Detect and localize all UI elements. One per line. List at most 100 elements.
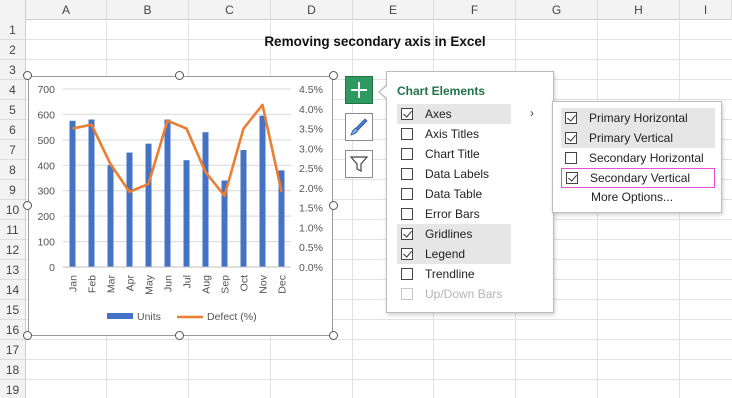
chart-resize-handle[interactable]: [23, 71, 32, 80]
select-all-corner[interactable]: [0, 0, 26, 20]
column-header-h[interactable]: H: [598, 0, 680, 20]
checkbox[interactable]: [401, 268, 413, 280]
chart-element-axis-titles[interactable]: Axis Titles: [397, 124, 511, 144]
chart-element-trendline[interactable]: Trendline: [397, 264, 511, 284]
chart-resize-handle[interactable]: [175, 71, 184, 80]
checkbox[interactable]: [565, 112, 577, 124]
checkbox[interactable]: [401, 228, 413, 240]
chart-styles-button[interactable]: [345, 113, 373, 141]
gridline-row: [26, 59, 732, 60]
chart-object[interactable]: 0 100 200 300 400 500 600 700 0.0% 0.5% 1.0% 1.5% 2.…: [28, 76, 333, 336]
bar-units: [164, 119, 171, 267]
row-header-16[interactable]: 16: [0, 320, 26, 340]
checkbox[interactable]: [565, 152, 577, 164]
plus-icon: [351, 82, 367, 98]
column-header-e[interactable]: E: [353, 0, 434, 20]
chart-filters-button[interactable]: [345, 150, 373, 178]
row-header-5[interactable]: 5: [0, 100, 26, 120]
chart-resize-handle[interactable]: [23, 331, 32, 340]
gridline-row: [26, 379, 732, 380]
row-header-6[interactable]: 6: [0, 120, 26, 140]
spreadsheet[interactable]: ABCDEFGHI 1 2 3 4 5 6 7 8 9 10 11 12 13 14 15 16 17 18 19 …: [0, 0, 732, 398]
checkbox[interactable]: [401, 248, 413, 260]
more-options-link[interactable]: More Options...: [591, 190, 673, 204]
row-header-2[interactable]: 2: [0, 40, 26, 60]
axis-option-primary-vertical[interactable]: Primary Vertical: [561, 128, 715, 148]
column-header-f[interactable]: F: [434, 0, 516, 20]
y2-tick-label: 2.5%: [299, 163, 323, 175]
chart-resize-handle[interactable]: [329, 71, 338, 80]
row-header-4[interactable]: 4: [0, 80, 26, 100]
chart-resize-handle[interactable]: [329, 331, 338, 340]
paintbrush-icon: [350, 118, 368, 136]
bar-units: [202, 132, 209, 267]
checkbox[interactable]: [401, 108, 413, 120]
y-tick-label: 600: [37, 109, 55, 121]
legend-label-defect: Defect (%): [207, 311, 257, 323]
chart-element-label: Axis Titles: [425, 127, 480, 141]
row-header-10[interactable]: 10: [0, 200, 26, 220]
bar-units: [259, 115, 266, 267]
row-header-17[interactable]: 17: [0, 340, 26, 360]
chart-elements-button[interactable]: [345, 76, 373, 104]
row-header-18[interactable]: 18: [0, 360, 26, 380]
row-header-15[interactable]: 15: [0, 300, 26, 320]
y-tick-label: 0: [49, 262, 55, 274]
checkbox[interactable]: [401, 188, 413, 200]
row-header-8[interactable]: 8: [0, 160, 26, 180]
x-tick-label: Oct: [239, 275, 251, 291]
chart-resize-handle[interactable]: [175, 331, 184, 340]
funnel-icon: [349, 156, 369, 172]
column-header-g[interactable]: G: [516, 0, 598, 20]
row-header-3[interactable]: 3: [0, 60, 26, 80]
chart-element-chart-title[interactable]: Chart Title: [397, 144, 511, 164]
column-header-c[interactable]: C: [189, 0, 271, 20]
column-header-b[interactable]: B: [107, 0, 189, 20]
row-header-11[interactable]: 11: [0, 220, 26, 240]
checkbox[interactable]: [401, 128, 413, 140]
chart-element-up-down-bars: Up/Down Bars: [397, 284, 511, 304]
chart-element-data-table[interactable]: Data Table: [397, 184, 511, 204]
axis-option-secondary-horizontal[interactable]: Secondary Horizontal: [561, 148, 715, 168]
checkbox[interactable]: [565, 132, 577, 144]
column-header-a[interactable]: A: [26, 0, 107, 20]
bar-units: [240, 150, 247, 267]
row-header-14[interactable]: 14: [0, 280, 26, 300]
x-tick-label: May: [144, 274, 156, 295]
bar-units: [107, 165, 114, 267]
row-header-19[interactable]: 19: [0, 380, 26, 398]
x-tick-label: Sep: [220, 275, 232, 294]
row-header-12[interactable]: 12: [0, 240, 26, 260]
row-header-1[interactable]: 1: [0, 20, 26, 40]
axes-submenu-chevron-icon[interactable]: ›: [530, 106, 534, 120]
chart-element-axes[interactable]: Axes: [397, 104, 511, 124]
chart-element-gridlines[interactable]: Gridlines: [397, 224, 511, 244]
row-header-13[interactable]: 13: [0, 260, 26, 280]
flyout-pointer-inner: [380, 85, 388, 99]
chart-element-label: Chart Title: [425, 147, 480, 161]
bar-units: [69, 120, 76, 268]
chart-resize-handle[interactable]: [23, 201, 32, 210]
column-header-d[interactable]: D: [271, 0, 353, 20]
flyout-title: Chart Elements: [397, 84, 486, 98]
bar-units: [88, 119, 95, 267]
checkbox[interactable]: [566, 172, 578, 184]
bar-units: [145, 143, 152, 267]
bar-units: [126, 152, 133, 267]
chart-element-error-bars[interactable]: Error Bars: [397, 204, 511, 224]
checkbox[interactable]: [401, 168, 413, 180]
chart-element-data-labels[interactable]: Data Labels: [397, 164, 511, 184]
y-tick-label: 400: [37, 160, 55, 172]
y-tick-label: 700: [37, 84, 55, 96]
chart-resize-handle[interactable]: [329, 201, 338, 210]
chart-element-legend[interactable]: Legend: [397, 244, 511, 264]
checkbox[interactable]: [401, 148, 413, 160]
axis-option-secondary-vertical[interactable]: Secondary Vertical: [561, 168, 715, 188]
sheet-title-cell[interactable]: Removing secondary axis in Excel: [180, 34, 570, 49]
column-header-i[interactable]: I: [680, 0, 732, 20]
checkbox[interactable]: [401, 208, 413, 220]
row-header-9[interactable]: 9: [0, 180, 26, 200]
axis-option-primary-horizontal[interactable]: Primary Horizontal: [561, 108, 715, 128]
row-header-7[interactable]: 7: [0, 140, 26, 160]
y2-tick-label: 3.0%: [299, 143, 323, 155]
